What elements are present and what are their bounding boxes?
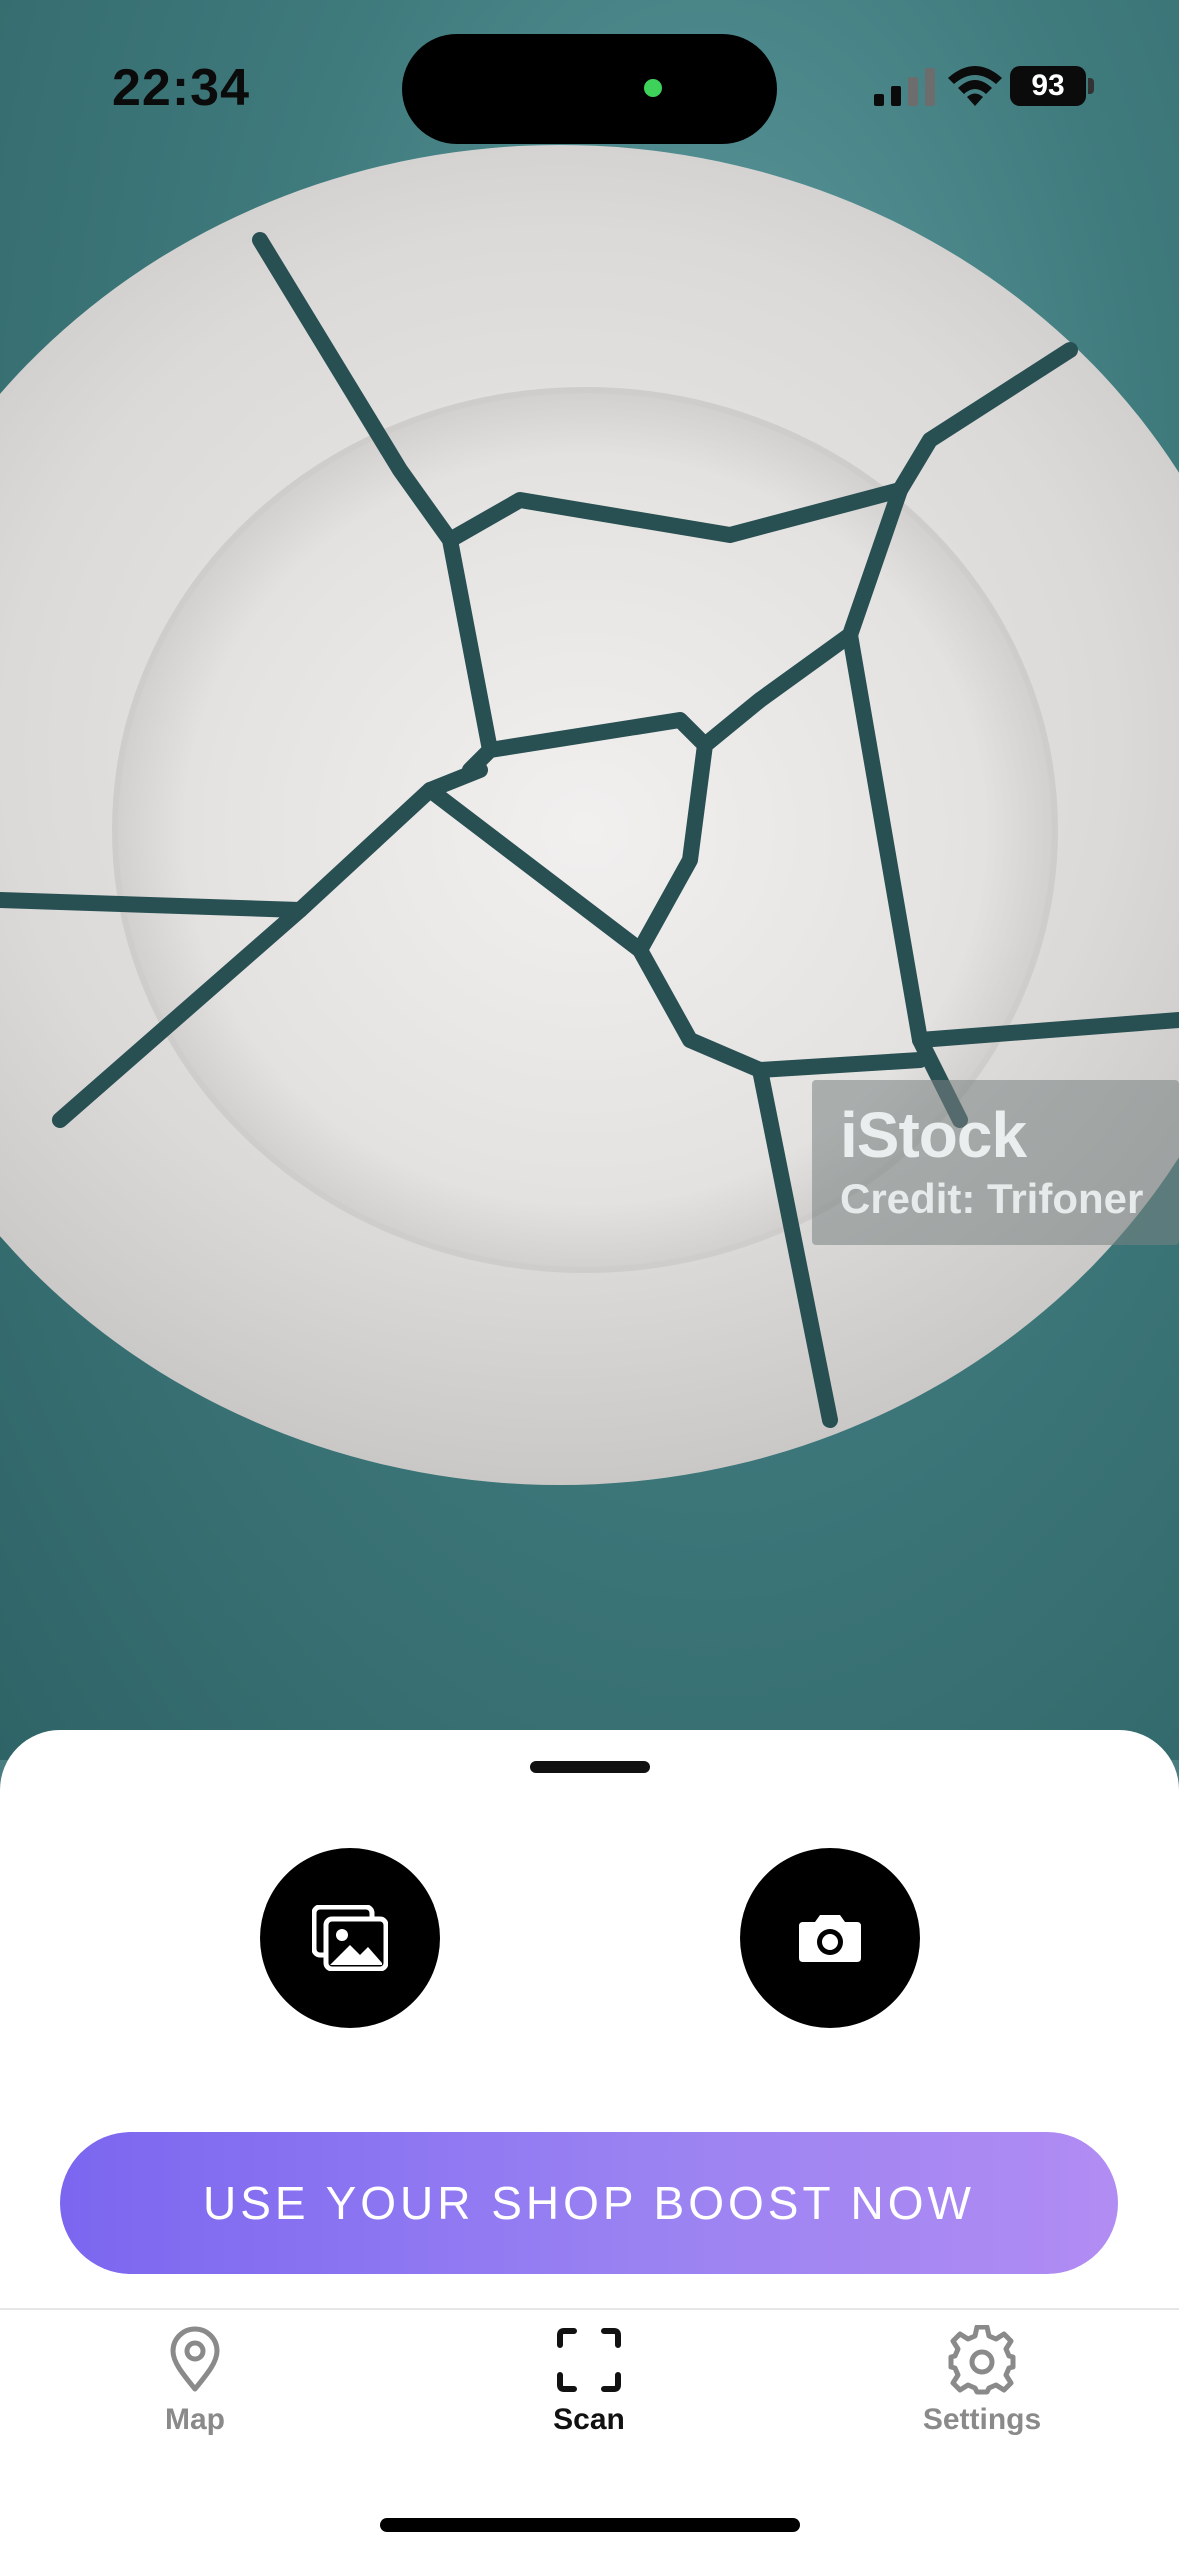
battery-icon: 93 — [1010, 66, 1086, 106]
shop-boost-button[interactable]: USE YOUR SHOP BOOST NOW — [60, 2132, 1118, 2274]
tab-scan-label: Scan — [553, 2403, 625, 2436]
status-time: 22:34 — [112, 59, 250, 117]
camera-in-use-indicator — [644, 79, 662, 97]
tabbar-divider — [0, 2308, 1179, 2310]
tab-map[interactable]: Map — [65, 2325, 325, 2455]
camera-viewfinder[interactable]: iStock Credit: Trifoner — [0, 0, 1179, 1760]
broken-plate-image — [0, 145, 1179, 1485]
tab-settings-label: Settings — [922, 2403, 1042, 2436]
battery-level: 93 — [1031, 69, 1065, 102]
map-pin-icon — [170, 2326, 220, 2392]
home-indicator[interactable] — [380, 2518, 800, 2532]
photo-gallery-icon — [312, 1905, 388, 1971]
gear-icon — [948, 2325, 1016, 2395]
tab-scan[interactable]: Scan — [459, 2325, 719, 2455]
dynamic-island — [402, 34, 777, 144]
sheet-grabber[interactable] — [530, 1761, 650, 1773]
watermark-logo: iStock — [840, 1099, 1027, 1171]
tab-settings[interactable]: Settings — [852, 2325, 1112, 2455]
wifi-icon — [948, 66, 1002, 106]
take-photo-button[interactable] — [740, 1848, 920, 2028]
camera-icon — [799, 1915, 861, 1962]
photo-gallery-button[interactable] — [260, 1848, 440, 2028]
battery-cap — [1088, 78, 1094, 94]
scan-icon — [557, 2328, 621, 2392]
tab-map-label: Map — [165, 2403, 225, 2436]
signal-icon — [874, 68, 935, 106]
watermark-credit: Credit: Trifoner — [840, 1175, 1144, 1222]
